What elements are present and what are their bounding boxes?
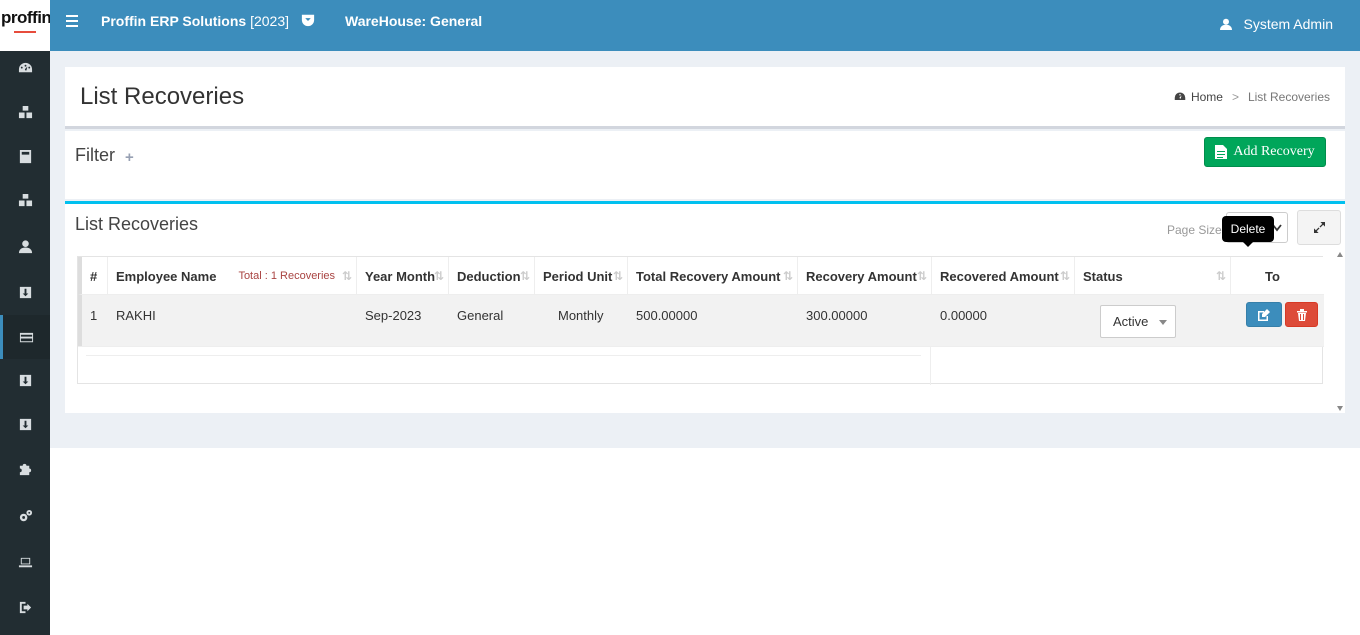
total-count: Total : 1 Recoveries	[238, 270, 336, 282]
fullscreen-button[interactable]	[1297, 210, 1341, 245]
laptop-icon	[18, 557, 32, 567]
cell-period-unit: Monthly	[558, 307, 604, 323]
sidebar-item-download-1[interactable]	[0, 270, 50, 314]
sort-icon: ⇅	[917, 269, 928, 283]
download-box-icon	[19, 286, 31, 298]
sidebar-item-system[interactable]	[0, 540, 50, 584]
download-box-icon	[19, 418, 31, 430]
sort-icon: ⇅	[342, 269, 353, 283]
breadcrumb-separator: >	[1231, 90, 1239, 104]
menu-toggle-icon[interactable]	[66, 15, 78, 27]
caret-down-icon	[1159, 320, 1167, 325]
sidebar: proffin	[0, 0, 50, 635]
column-header-period-unit[interactable]: Period Unit ⇅	[535, 257, 628, 295]
sort-icon: ⇅	[434, 269, 445, 283]
filter-expand-icon[interactable]: +	[125, 149, 134, 166]
breadcrumb: Home > List Recoveries	[1174, 90, 1330, 104]
vertical-scrollbar[interactable]	[1335, 247, 1345, 416]
column-header-recovered-amount[interactable]: Recovered Amount ⇅	[932, 257, 1075, 295]
sidebar-item-download-3[interactable]	[0, 402, 50, 446]
column-header-employee[interactable]: Employee Name Total : 1 Recoveries ⇅	[108, 257, 357, 295]
table-header: # Employee Name Total : 1 Recoveries ⇅ Yea…	[78, 257, 1324, 295]
shield-icon[interactable]	[301, 13, 315, 27]
sidebar-item-payroll[interactable]	[0, 315, 50, 359]
sort-icon: ⇅	[1060, 269, 1071, 283]
column-header-status[interactable]: Status ⇅	[1075, 257, 1231, 295]
credit-card-icon	[19, 332, 34, 342]
sidebar-item-inventory[interactable]	[0, 90, 50, 134]
expand-icon	[1313, 222, 1325, 233]
add-recovery-button[interactable]: Add Recovery	[1204, 137, 1326, 167]
sidebar-item-products[interactable]	[0, 178, 50, 222]
download-box-icon	[19, 374, 31, 386]
cell-employee: RAKHI	[116, 307, 156, 323]
cubes-icon	[18, 105, 32, 118]
table-footer	[78, 346, 1324, 385]
sort-icon: ⇅	[613, 269, 624, 283]
cell-deduction: General	[457, 307, 504, 323]
cell-recovery-amount: 300.00000	[806, 307, 868, 323]
app-title[interactable]: Proffin ERP Solutions [2023]	[101, 13, 289, 29]
filter-title: Filter	[75, 145, 115, 165]
trash-icon	[1296, 308, 1307, 321]
file-text-icon	[1215, 145, 1228, 159]
dashboard-icon	[18, 62, 32, 72]
list-title: List Recoveries	[75, 214, 199, 234]
column-header-year-month[interactable]: Year Month ⇅	[357, 257, 449, 295]
column-header-deduction[interactable]: Deduction ⇅	[449, 257, 535, 295]
recoveries-table: # Employee Name Total : 1 Recoveries ⇅ Yea…	[77, 256, 1324, 385]
column-header-tools: To	[1265, 268, 1280, 284]
top-header: Proffin ERP Solutions [2023] WareHouse: …	[50, 0, 1360, 51]
sidebar-item-settings[interactable]	[0, 494, 50, 538]
calculator-icon	[19, 149, 31, 163]
puzzle-icon	[19, 463, 31, 475]
cell-year-month: Sep-2023	[365, 307, 422, 323]
sidebar-item-dashboard[interactable]	[0, 46, 50, 90]
sort-icon: ⇅	[783, 269, 794, 283]
breadcrumb-current: List Recoveries	[1247, 90, 1330, 104]
page-title: List Recoveries	[80, 83, 245, 110]
column-header-recovery-amount[interactable]: Recovery Amount ⇅	[798, 257, 932, 295]
cubes-icon	[18, 193, 32, 206]
breadcrumb-home[interactable]: Home	[1191, 90, 1223, 104]
sidebar-item-download-2[interactable]	[0, 358, 50, 402]
column-header-total-recovery[interactable]: Total Recovery Amount ⇅	[628, 257, 798, 295]
cell-total-amount: 500.00000	[636, 307, 698, 323]
page-header: List Recoveries Home > List Recoveries	[65, 67, 1345, 129]
delete-tooltip: Delete	[1222, 216, 1274, 247]
status-select[interactable]: Active	[1100, 305, 1176, 338]
logo-text: proffin	[1, 8, 50, 27]
content-area: List Recoveries Home > List Recoveries F…	[50, 51, 1360, 448]
user-icon	[18, 239, 32, 253]
sort-icon: ⇅	[520, 269, 531, 283]
app-logo[interactable]: proffin	[0, 0, 50, 51]
list-box: List Recoveries Page Size 500 # Employee…	[65, 201, 1345, 413]
user-name: System Admin	[1243, 16, 1333, 32]
cell-index: 1	[90, 307, 98, 323]
edit-button[interactable]	[1246, 302, 1282, 327]
edit-icon	[1258, 308, 1270, 321]
gears-icon	[19, 509, 32, 521]
cell-recovered-amount: 0.00000	[940, 307, 987, 323]
user-menu[interactable]: System Admin	[1219, 16, 1333, 32]
delete-button[interactable]	[1285, 302, 1318, 327]
sort-icon: ⇅	[1216, 269, 1227, 283]
column-header-index: #	[82, 257, 108, 295]
warehouse-label[interactable]: WareHouse: General	[345, 13, 482, 29]
user-icon	[1219, 18, 1232, 30]
sidebar-item-logout[interactable]	[0, 585, 50, 629]
filter-box: Filter + Add Recovery	[65, 131, 1345, 199]
sidebar-item-users[interactable]	[0, 224, 50, 268]
sign-out-icon	[19, 601, 31, 613]
sidebar-item-accounts[interactable]	[0, 134, 50, 178]
page-size-label: Page Size	[1167, 223, 1222, 237]
dashboard-icon	[1174, 92, 1186, 100]
table-row: 1 RAKHI Sep-2023 General Monthly 500.000…	[78, 295, 1324, 346]
sidebar-item-plugins[interactable]	[0, 446, 50, 490]
